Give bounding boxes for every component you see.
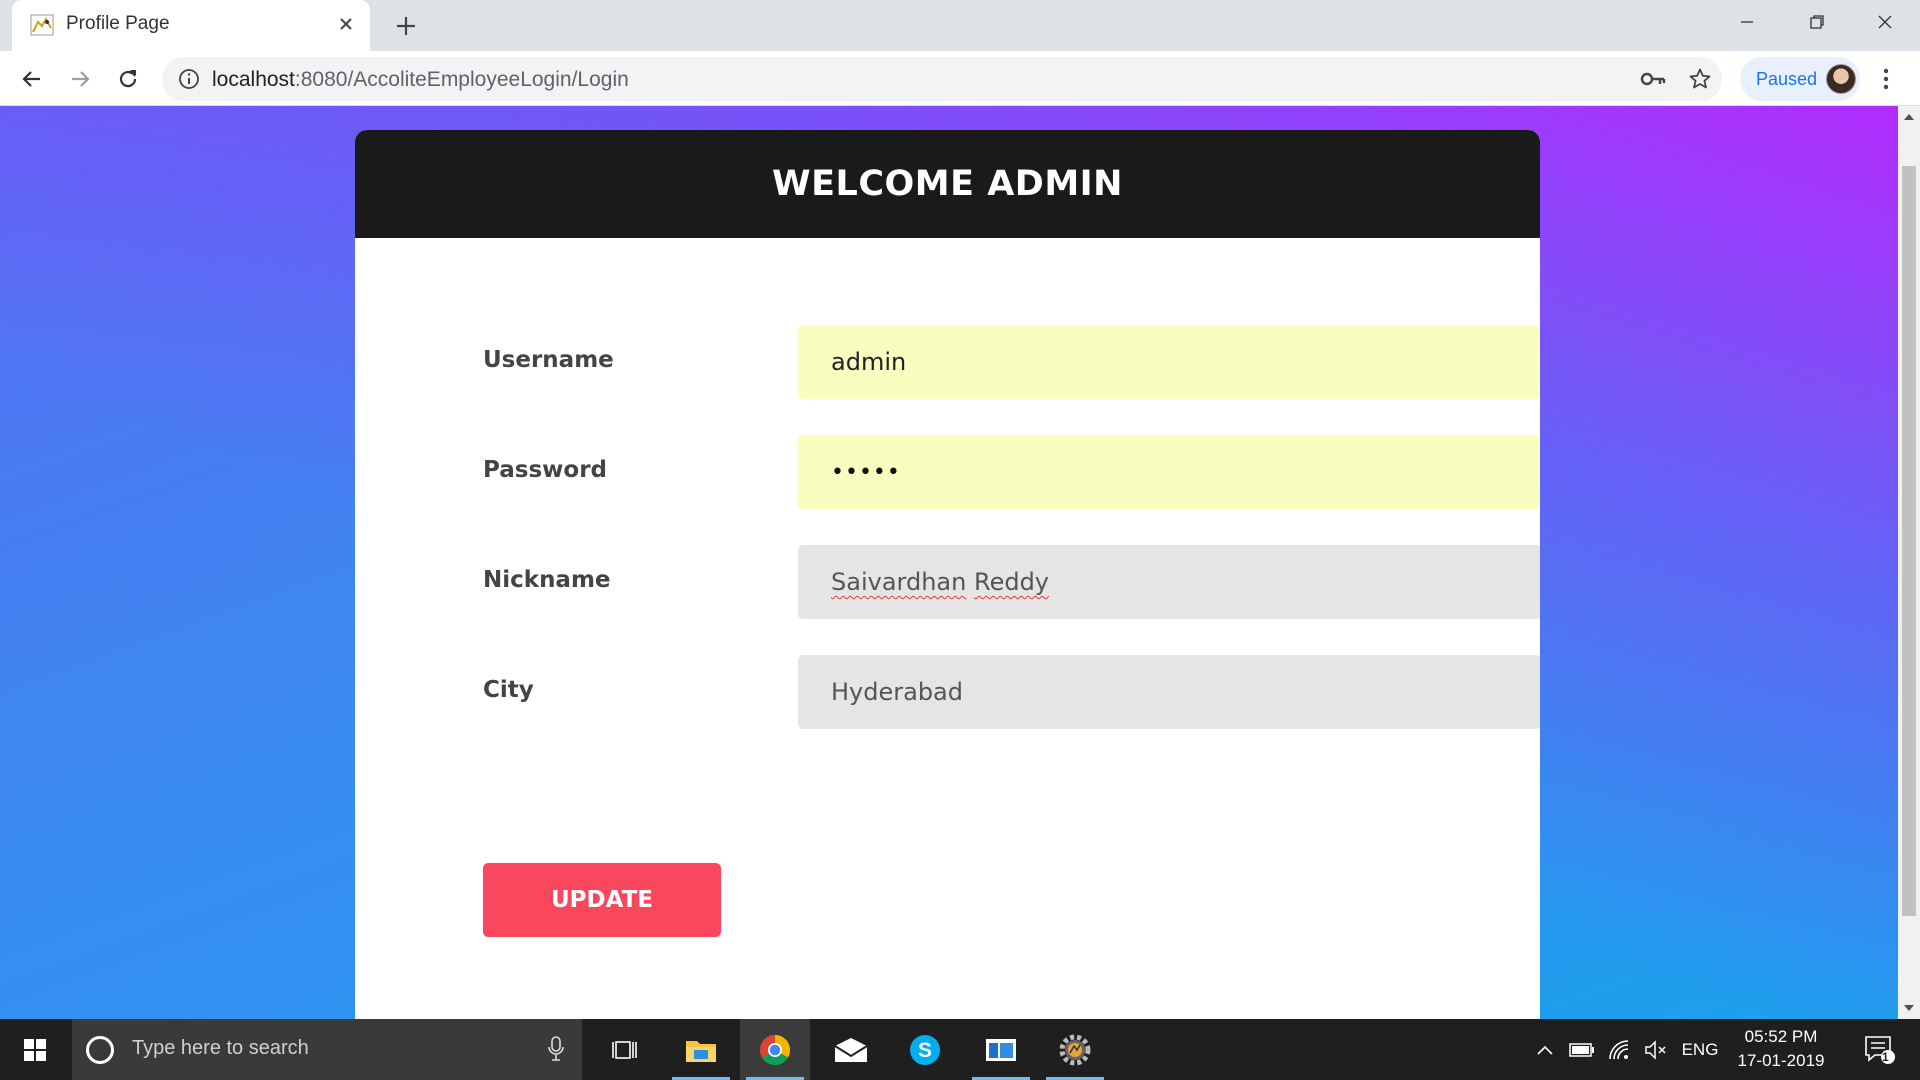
username-row: Username [483,325,1540,399]
file-explorer-button[interactable] [666,1019,736,1080]
action-center-button[interactable]: 1 [1852,1019,1908,1080]
browser-tab[interactable]: Profile Page [12,0,370,51]
address-bar[interactable]: localhost:8080/AccoliteEmployeeLogin/Log… [162,57,1722,101]
reload-icon [119,70,137,88]
chrome-icon [759,1034,791,1065]
task-view-icon [612,1040,637,1059]
username-label: Username [483,347,614,373]
taskbar-search-placeholder: Type here to search [132,1037,309,1059]
network-button[interactable] [1604,1019,1636,1080]
wifi-icon [1609,1039,1629,1059]
tab-title: Profile Page [66,13,170,34]
nickname-row: Nickname Saivardhan Reddy [483,545,1540,619]
password-row: Password [483,435,1540,509]
more-vert-icon [1883,68,1889,90]
site-info-icon[interactable] [178,68,200,90]
avatar [1826,64,1856,94]
page-scrollbar[interactable] [1898,106,1920,1019]
username-input[interactable] [798,325,1540,399]
chrome-taskbar-button[interactable] [740,1019,810,1080]
profile-button[interactable]: Paused [1740,57,1860,101]
windows-taskbar: Type here to search S ENG 05:52 PM 17-01… [0,1019,1920,1080]
volume-muted-icon [1645,1039,1666,1060]
volume-button[interactable] [1640,1019,1672,1080]
close-tab-icon[interactable] [334,12,358,36]
scroll-down-arrow-icon [1904,1005,1914,1011]
url-host: localhost [212,68,295,91]
scroll-up-arrow-icon [1904,114,1914,120]
close-icon [1878,15,1892,29]
restore-button[interactable] [1782,0,1852,44]
microphone-icon[interactable] [546,1035,566,1063]
nickname-label: Nickname [483,567,611,593]
svg-text:S: S [918,1039,932,1062]
close-window-button[interactable] [1850,0,1920,44]
minimize-icon [1741,21,1753,23]
start-button[interactable] [0,1019,70,1080]
settings-app-taskbar-button[interactable] [1040,1019,1110,1080]
reload-button[interactable] [112,63,144,95]
nickname-second-word: Reddy [973,568,1050,596]
taskbar-clock[interactable]: 05:52 PM 17-01-2019 [1726,1025,1836,1073]
clock-date: 17-01-2019 [1737,1051,1825,1070]
skype-taskbar-button[interactable]: S [890,1019,960,1080]
restore-icon [1810,15,1824,29]
windows-logo-icon [24,1038,46,1061]
url-path: :8080/AccoliteEmployeeLogin/Login [294,68,629,91]
password-label: Password [483,457,607,483]
mail-taskbar-button[interactable] [816,1019,886,1080]
browser-tab-strip: Profile Page [0,0,1920,51]
battery-button[interactable] [1566,1019,1598,1080]
nickname-first-word: Saivardhan [831,568,967,596]
scroll-up-button[interactable] [1898,106,1920,128]
city-label: City [483,677,534,703]
back-arrow-icon [22,71,40,87]
taskbar-search-box[interactable]: Type here to search [72,1019,582,1080]
browser-menu-button[interactable] [1870,63,1902,95]
minimize-button[interactable] [1712,0,1782,44]
browser-toolbar: localhost:8080/AccoliteEmployeeLogin/Log… [0,51,1920,106]
nickname-input[interactable]: Saivardhan Reddy [798,545,1540,619]
mail-icon [834,1037,868,1062]
scroll-thumb[interactable] [1902,166,1916,916]
file-explorer-icon [686,1040,716,1062]
page-viewport: WELCOME ADMIN Username Password Nickname… [0,106,1898,1019]
task-view-button[interactable] [590,1019,660,1080]
city-row: City [483,655,1540,729]
forward-arrow-icon [72,71,90,87]
gear-icon [1059,1034,1091,1065]
nickname-space [966,568,974,596]
page-title: WELCOME ADMIN [772,164,1123,204]
update-button[interactable]: UPDATE [483,863,721,937]
notification-icon [1865,1035,1895,1064]
new-tab-icon[interactable] [392,12,420,40]
city-input[interactable] [798,655,1540,729]
profile-card: WELCOME ADMIN Username Password Nickname… [355,130,1540,1019]
chevron-up-icon [1537,1045,1553,1055]
battery-icon [1569,1042,1594,1057]
bookmark-star-icon[interactable] [1688,67,1712,91]
back-button[interactable] [16,63,48,95]
clock-time: 05:52 PM [1744,1027,1818,1046]
skype-icon: S [910,1034,940,1065]
profile-status-label: Paused [1756,69,1818,89]
forward-button[interactable] [64,63,96,95]
url-text[interactable]: localhost:8080/AccoliteEmployeeLogin/Log… [212,68,629,92]
input-language-button[interactable]: ENG [1678,1019,1722,1080]
cortana-icon [86,1036,114,1064]
card-header: WELCOME ADMIN [355,130,1540,238]
key-icon[interactable] [1640,68,1666,90]
app-window-taskbar-button[interactable] [966,1019,1036,1080]
app-window-icon [986,1038,1016,1061]
notification-count: 1 [1882,1050,1889,1064]
show-hidden-icons-button[interactable] [1530,1019,1560,1080]
tomcat-favicon-icon [30,14,54,36]
password-input[interactable] [798,435,1540,509]
scroll-down-button[interactable] [1898,997,1920,1019]
